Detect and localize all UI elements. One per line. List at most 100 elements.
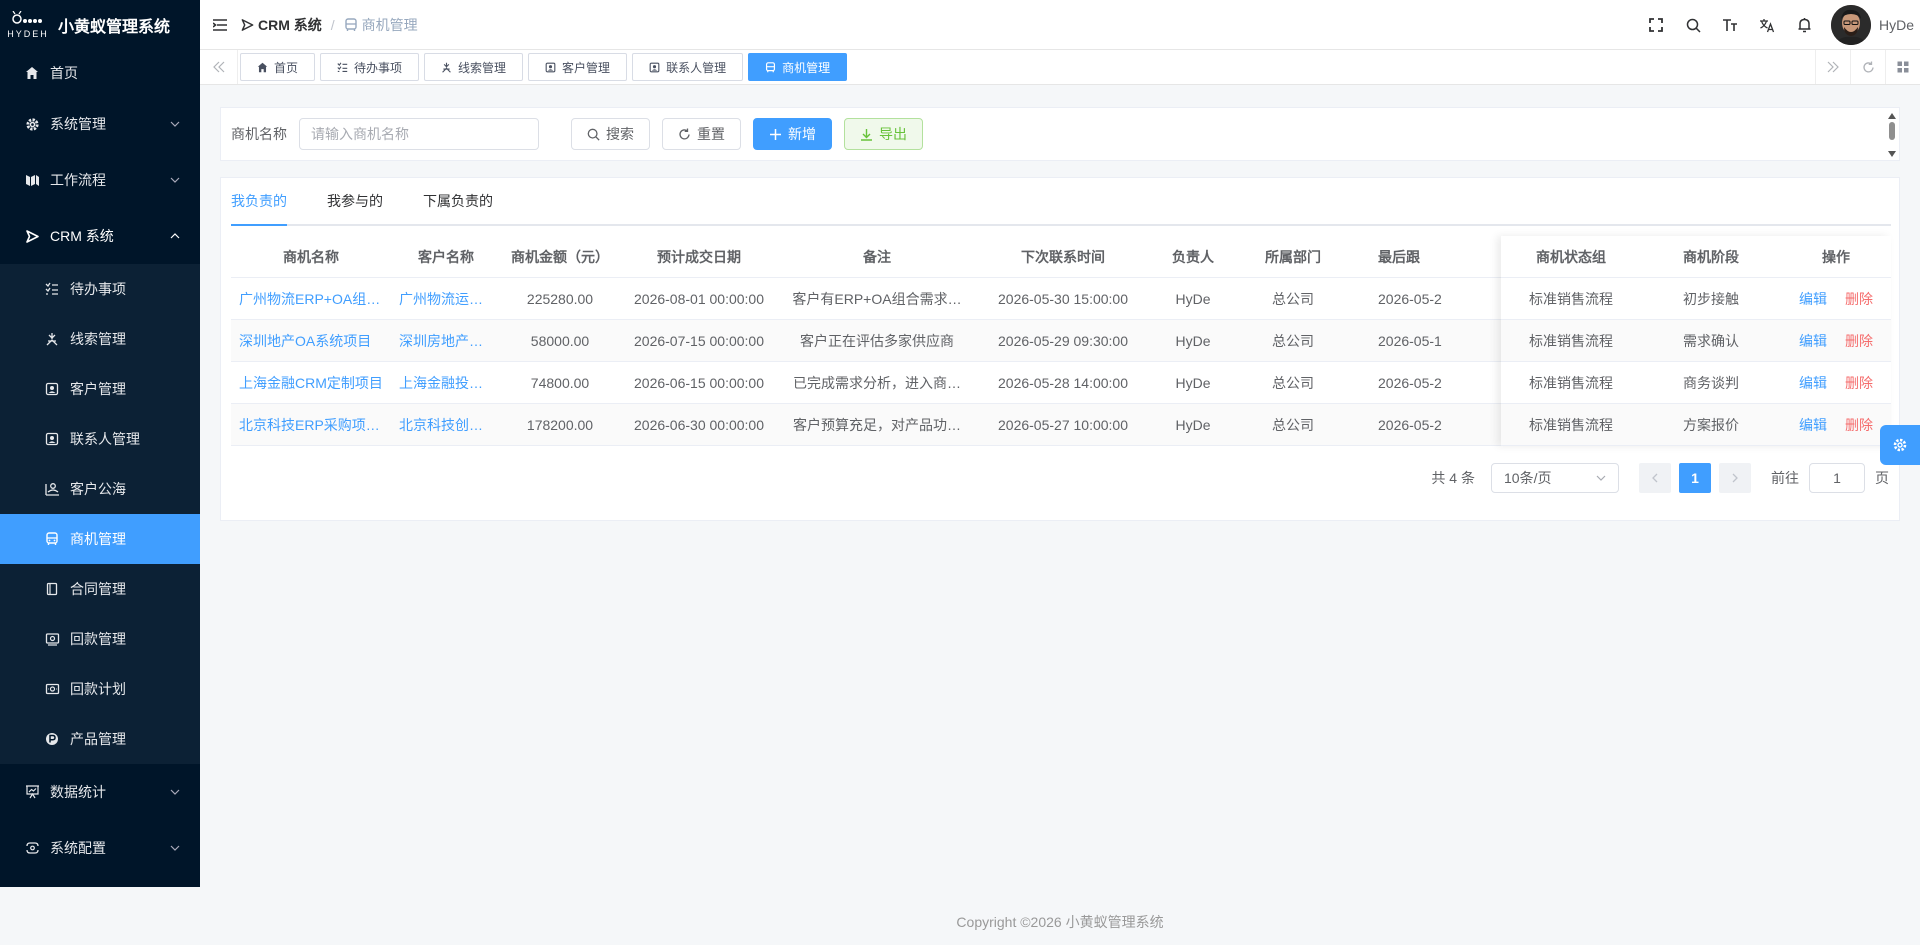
sidebar-item-receivable[interactable]: 回款管理 xyxy=(0,614,200,664)
chevron-down-icon xyxy=(170,789,180,795)
table-cell: 总公司 xyxy=(1272,416,1314,433)
sidebar-item-crm[interactable]: CRM 系统 xyxy=(0,208,200,264)
table-cell: 74800.00 xyxy=(530,374,590,391)
business-name-link[interactable]: 广州物流ERP+OA组合项目 xyxy=(231,289,391,309)
page-number[interactable]: 1 xyxy=(1679,463,1711,493)
table-cell: 总公司 xyxy=(1272,374,1314,391)
customer-name-link[interactable]: 广州物流运输有限公司 xyxy=(391,289,501,309)
tag-label: 客户管理 xyxy=(562,60,611,75)
edit-link[interactable]: 编辑 xyxy=(1799,415,1827,435)
sidebar-item-todo[interactable]: 待办事项 xyxy=(0,264,200,314)
hamburger-icon[interactable] xyxy=(200,0,240,50)
business-name-link[interactable]: 深圳地产OA系统项目 xyxy=(231,331,391,351)
page-size-select[interactable]: 10条/页 xyxy=(1491,463,1619,493)
table-header: 商机状态组 商机阶段 操作 xyxy=(1501,236,1891,278)
goto-label: 前往 xyxy=(1771,470,1799,486)
sidebar-item-config[interactable]: 系统配置 xyxy=(0,820,200,876)
prev-page-button[interactable] xyxy=(1639,463,1671,493)
tab-subordinate[interactable]: 下属负责的 xyxy=(423,178,493,224)
delete-link[interactable]: 删除 xyxy=(1845,415,1873,435)
table-cell: 方案报价 xyxy=(1683,416,1739,433)
business-name-link[interactable]: 北京科技ERP采购项目… xyxy=(231,415,391,435)
customer-name-link[interactable]: 上海金融投资集团 xyxy=(391,373,501,393)
sidebar-item-contract[interactable]: 合同管理 xyxy=(0,564,200,614)
table-card: 我负责的 我参与的 下属负责的 商机名称 客户名称 商机金额（元） 预计成交日期… xyxy=(220,177,1900,521)
delete-link[interactable]: 删除 xyxy=(1845,373,1873,393)
column-header: 备注 xyxy=(863,248,891,265)
navbar: CRM 系统 / 商机管理 HyDe xyxy=(200,0,1920,50)
chevron-down-icon xyxy=(1596,475,1606,481)
export-button[interactable]: 导出 xyxy=(844,118,923,150)
tab-my-participated[interactable]: 我参与的 xyxy=(327,178,383,224)
customer-icon xyxy=(545,62,556,73)
delete-link[interactable]: 删除 xyxy=(1845,289,1873,309)
sidebar-item-customer[interactable]: 客户管理 xyxy=(0,364,200,414)
sidebar-item-plan[interactable]: 回款计划 xyxy=(0,664,200,714)
sidebar-item-business[interactable]: 商机管理 xyxy=(0,514,200,564)
table-cell: 2026-05-2 xyxy=(1378,416,1442,433)
edit-link[interactable]: 编辑 xyxy=(1799,373,1827,393)
edit-link[interactable]: 编辑 xyxy=(1799,331,1827,351)
contract-icon xyxy=(44,581,60,597)
ant-logo-icon xyxy=(12,11,42,24)
table-cell: HyDe xyxy=(1175,416,1211,433)
table-cell: 2026-05-1 xyxy=(1378,332,1442,349)
goto-page-input[interactable]: 1 xyxy=(1809,463,1865,493)
font-size-icon[interactable] xyxy=(1712,0,1749,50)
table-cell: HyDe xyxy=(1175,374,1211,391)
table-cell: 2026-05-2 xyxy=(1378,290,1442,307)
bell-icon[interactable] xyxy=(1786,0,1823,50)
settings-button[interactable] xyxy=(1880,425,1920,465)
sidebar-item-workflow[interactable]: 工作流程 xyxy=(0,152,200,208)
sea-icon xyxy=(44,481,60,497)
translate-icon[interactable] xyxy=(1749,0,1786,50)
sidebar-item-clue[interactable]: 线索管理 xyxy=(0,314,200,364)
breadcrumb-item-crm[interactable]: CRM 系统 xyxy=(240,15,322,35)
grid-menu-icon[interactable] xyxy=(1885,50,1920,84)
customer-name-link[interactable]: 深圳房地产开发有限公司 xyxy=(391,331,501,351)
tag-label: 联系人管理 xyxy=(666,60,727,75)
table-cell: 2026-07-15 00:00:00 xyxy=(634,332,764,349)
sidebar-item-label: 联系人管理 xyxy=(70,431,140,447)
search-button[interactable]: 搜索 xyxy=(571,118,650,150)
column-header: 商机状态组 xyxy=(1536,248,1606,265)
crm-icon xyxy=(24,228,40,244)
sidebar-item-contact[interactable]: 联系人管理 xyxy=(0,414,200,464)
tag-label: 待办事项 xyxy=(354,60,403,75)
customer-name-link[interactable]: 北京科技创新有限公司 xyxy=(391,415,501,435)
sidebar-item-home[interactable]: 首页 xyxy=(0,50,200,96)
table-cell: 客户正在评估多家供应商 xyxy=(800,332,954,349)
avatar[interactable] xyxy=(1830,5,1871,45)
business-name-input[interactable]: 请输入商机名称 xyxy=(299,118,539,150)
add-button[interactable]: 新增 xyxy=(753,118,832,150)
search-icon[interactable] xyxy=(1675,0,1712,50)
tag-contact[interactable]: 联系人管理 xyxy=(632,53,744,81)
home-icon xyxy=(24,65,40,81)
tag-todo[interactable]: 待办事项 xyxy=(320,53,420,81)
business-name-link[interactable]: 上海金融CRM定制项目 xyxy=(231,373,391,393)
clue-icon xyxy=(441,62,452,73)
refresh-icon[interactable] xyxy=(1850,50,1885,84)
username[interactable]: HyDe xyxy=(1879,17,1914,33)
tag-home[interactable]: 首页 xyxy=(240,53,316,81)
todo-icon xyxy=(44,281,60,297)
table-cell: 2026-06-15 00:00:00 xyxy=(634,374,764,391)
tag-customer[interactable]: 客户管理 xyxy=(528,53,628,81)
delete-link[interactable]: 删除 xyxy=(1845,331,1873,351)
tag-clue[interactable]: 线索管理 xyxy=(424,53,524,81)
scrollbar[interactable] xyxy=(1885,108,1899,162)
sidebar-item-system[interactable]: 系统管理 xyxy=(0,96,200,152)
tab-my-responsible[interactable]: 我负责的 xyxy=(231,178,287,226)
next-page-button[interactable] xyxy=(1719,463,1751,493)
reset-button[interactable]: 重置 xyxy=(662,118,741,150)
breadcrumb-item-business: 商机管理 xyxy=(344,15,418,35)
scroll-right-icon[interactable] xyxy=(1815,50,1850,84)
fullscreen-icon[interactable] xyxy=(1638,0,1675,50)
scroll-left-icon[interactable] xyxy=(200,50,238,84)
edit-link[interactable]: 编辑 xyxy=(1799,289,1827,309)
table-cell: 2026-05-2 xyxy=(1378,374,1442,391)
sidebar-item-sea[interactable]: 客户公海 xyxy=(0,464,200,514)
sidebar-item-product[interactable]: 产品管理 xyxy=(0,714,200,764)
sidebar-item-stats[interactable]: 数据统计 xyxy=(0,764,200,820)
tag-business[interactable]: 商机管理 xyxy=(748,53,848,81)
